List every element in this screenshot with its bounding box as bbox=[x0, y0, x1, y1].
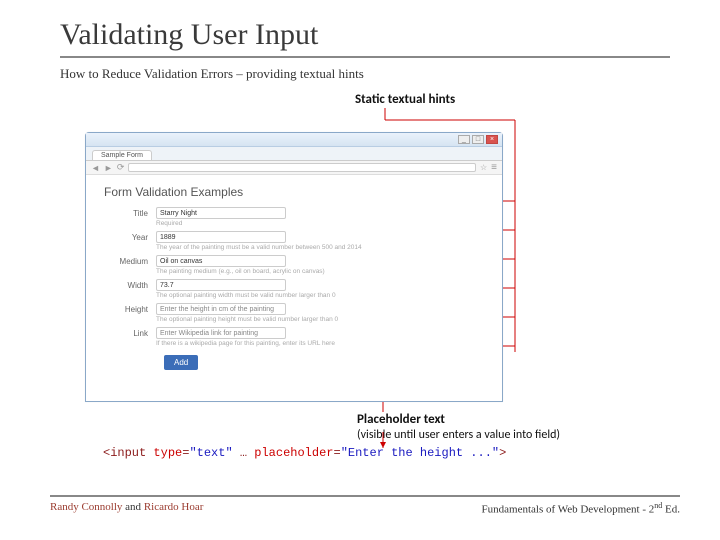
year-input[interactable]: 1889 bbox=[156, 231, 286, 243]
title-rule bbox=[60, 56, 670, 58]
footer-and: and bbox=[122, 501, 143, 513]
callout-placeholder-1: Placeholder text bbox=[357, 412, 445, 427]
form: TitleStarry NightRequiredYear1889The yea… bbox=[104, 207, 484, 347]
callout-placeholder-2: (visible until user enters a value into … bbox=[357, 428, 560, 442]
book-title-1: Fundamentals of Web Development - 2 bbox=[482, 504, 655, 516]
field-hint: The painting medium (e.g., oil on board,… bbox=[156, 268, 484, 275]
browser-window: _ □ × Sample Form ◄ ► ⟳ ☆ ≡ Form Validat… bbox=[85, 132, 503, 402]
title-input[interactable]: Starry Night bbox=[156, 207, 286, 219]
code-placeholder-val: "Enter the height ..." bbox=[341, 446, 499, 460]
minimize-button[interactable]: _ bbox=[458, 135, 470, 144]
field-label: Link bbox=[104, 327, 156, 338]
tab-strip: Sample Form bbox=[86, 147, 502, 161]
height-input[interactable]: Enter the height in cm of the painting bbox=[156, 303, 286, 315]
form-row: TitleStarry NightRequired bbox=[104, 207, 484, 227]
medium-input[interactable]: Oil on canvas bbox=[156, 255, 286, 267]
link-input[interactable]: Enter Wikipedia link for painting bbox=[156, 327, 286, 339]
code-snippet: <input type="text" … placeholder="Enter … bbox=[103, 446, 506, 460]
form-row: Width73.7The optional painting width mus… bbox=[104, 279, 484, 299]
book-title-2: Ed. bbox=[662, 504, 680, 516]
form-row: LinkEnter Wikipedia link for paintingIf … bbox=[104, 327, 484, 347]
field-hint: The optional painting width must be vali… bbox=[156, 292, 484, 299]
field-label: Height bbox=[104, 303, 156, 314]
back-icon[interactable]: ◄ bbox=[91, 163, 100, 173]
code-placeholder-attr: placeholder bbox=[254, 446, 333, 460]
code-type-attr: type bbox=[153, 446, 182, 460]
reload-icon[interactable]: ⟳ bbox=[117, 162, 125, 173]
field-hint: Required bbox=[156, 220, 484, 227]
code-ellipsis: … bbox=[240, 446, 247, 460]
field-label: Title bbox=[104, 207, 156, 218]
field-label: Year bbox=[104, 231, 156, 242]
url-field[interactable] bbox=[128, 163, 476, 172]
slide-subtitle: How to Reduce Validation Errors – provid… bbox=[60, 66, 670, 82]
slide-footer: Randy Connolly and Ricardo Hoar Fundamen… bbox=[50, 495, 680, 516]
window-titlebar: _ □ × bbox=[86, 133, 502, 147]
footer-book: Fundamentals of Web Development - 2nd Ed… bbox=[482, 501, 680, 516]
maximize-button[interactable]: □ bbox=[472, 135, 484, 144]
field-hint: The year of the painting must be a valid… bbox=[156, 244, 484, 251]
callout-static-hints: Static textual hints bbox=[355, 92, 455, 107]
browser-tab[interactable]: Sample Form bbox=[92, 150, 152, 160]
width-input[interactable]: 73.7 bbox=[156, 279, 286, 291]
field-hint: If there is a wikipedia page for this pa… bbox=[156, 340, 484, 347]
close-button[interactable]: × bbox=[486, 135, 498, 144]
footer-authors: Randy Connolly and Ricardo Hoar bbox=[50, 501, 203, 516]
page-heading: Form Validation Examples bbox=[104, 185, 484, 199]
field-label: Medium bbox=[104, 255, 156, 266]
address-bar: ◄ ► ⟳ ☆ ≡ bbox=[86, 161, 502, 175]
page-content: Form Validation Examples TitleStarry Nig… bbox=[86, 175, 502, 380]
menu-icon[interactable]: ≡ bbox=[491, 162, 497, 173]
code-type-val: "text" bbox=[189, 446, 232, 460]
field-label: Width bbox=[104, 279, 156, 290]
bookmark-icon[interactable]: ☆ bbox=[480, 163, 487, 172]
code-open: <input bbox=[103, 446, 146, 460]
form-row: MediumOil on canvasThe painting medium (… bbox=[104, 255, 484, 275]
forward-icon[interactable]: ► bbox=[104, 163, 113, 173]
form-row: Year1889The year of the painting must be… bbox=[104, 231, 484, 251]
add-button[interactable]: Add bbox=[164, 355, 198, 370]
slide-title: Validating User Input bbox=[60, 18, 670, 52]
field-hint: The optional painting height must be val… bbox=[156, 316, 484, 323]
form-row: HeightEnter the height in cm of the pain… bbox=[104, 303, 484, 323]
author-2: Ricardo Hoar bbox=[144, 501, 204, 513]
code-close: > bbox=[499, 446, 506, 460]
author-1: Randy Connolly bbox=[50, 501, 122, 513]
